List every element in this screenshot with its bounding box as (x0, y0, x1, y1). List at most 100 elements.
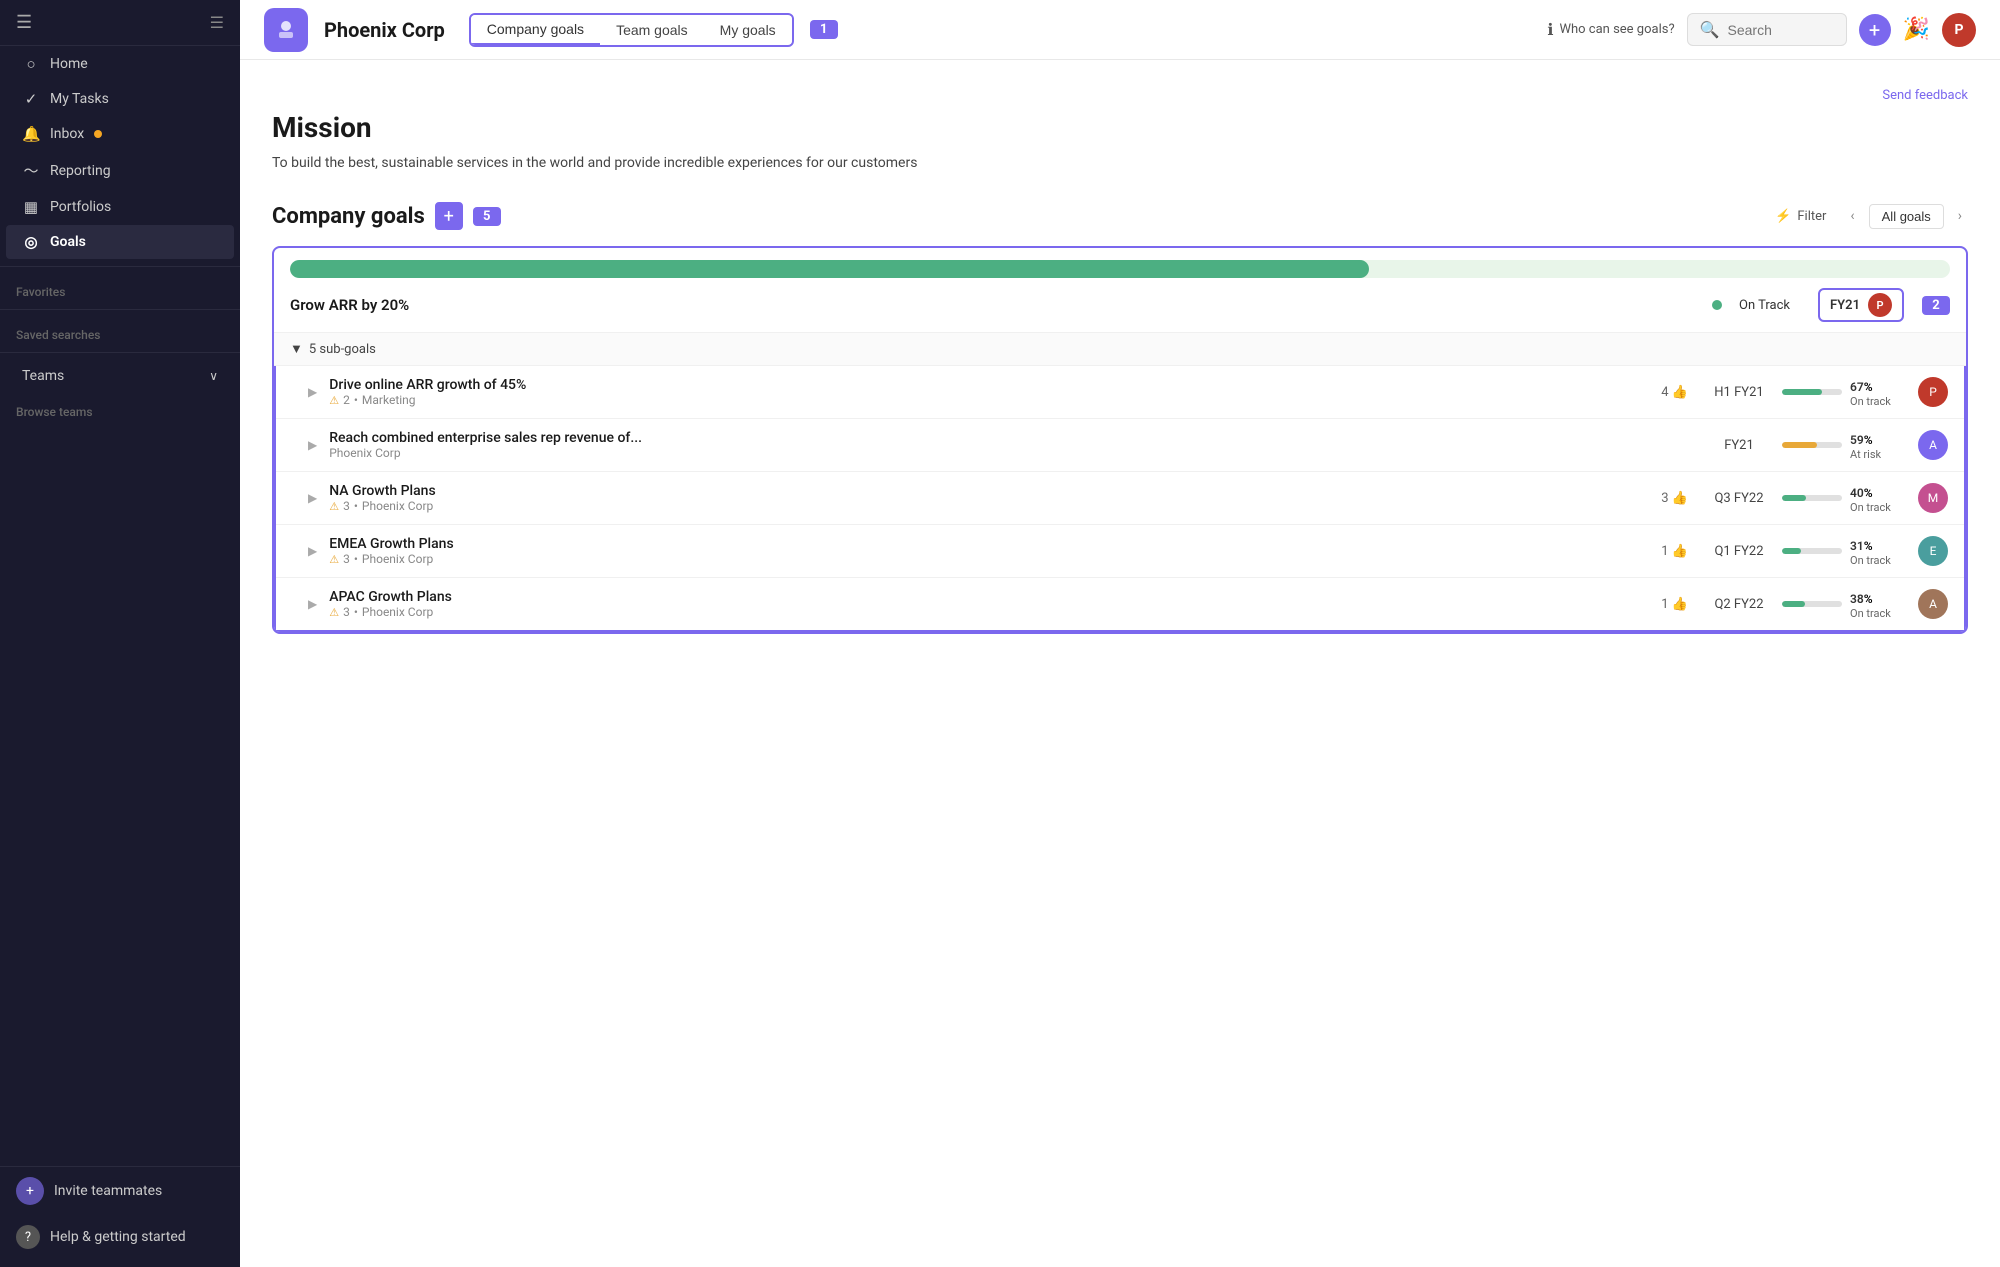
progress-pct: 40 (1850, 486, 1864, 500)
dot-sep: • (354, 605, 358, 619)
sub-goal-row: ▶ APAC Growth Plans ⚠ 3 • Phoenix Corp 1… (276, 578, 1964, 630)
progress-pct: 59 (1850, 433, 1864, 447)
sub-goals-toggle[interactable]: ▼ 5 sub-goals (274, 333, 1966, 366)
sub-goal-progress: 40% On track (1782, 482, 1902, 514)
help-button[interactable]: ? Help & getting started (0, 1215, 240, 1259)
tab-team-goals[interactable]: Team goals (600, 16, 704, 44)
sub-goal-expand-icon[interactable]: ▶ (308, 385, 317, 399)
sidebar-item-teams[interactable]: Teams ∨ (6, 360, 234, 392)
sub-goal-expand-icon[interactable]: ▶ (308, 438, 317, 452)
sidebar-header: ☰ ☰ (0, 0, 240, 46)
next-arrow-icon[interactable]: › (1952, 204, 1968, 228)
all-goals-button[interactable]: All goals (1869, 204, 1944, 229)
likes-1: 4 👍 (1661, 385, 1688, 400)
sub-goal-tag: Phoenix Corp (362, 552, 433, 566)
progress-track (1782, 601, 1842, 607)
warning-icon: ⚠ (329, 394, 339, 407)
sub-goal-tag: Phoenix Corp (362, 605, 433, 619)
main-goal-row: Grow ARR by 20% On Track FY21 P 2 (274, 278, 1966, 333)
search-input[interactable] (1728, 22, 1828, 38)
help-label: Help & getting started (50, 1229, 186, 1245)
filter-button[interactable]: ⚡ Filter (1765, 205, 1836, 228)
sidebar-item-portfolios[interactable]: ▦ Portfolios (6, 190, 234, 224)
header-right: ℹ Who can see goals? 🔍 + 🎉 P (1547, 13, 1976, 47)
mission-description: To build the best, sustainable services … (272, 152, 972, 174)
warning-icon: ⚠ (329, 553, 339, 566)
sub-goal-date: Q3 FY22 (1704, 491, 1774, 506)
sub-goal-avatar: A (1918, 430, 1948, 460)
sub-goal-name: EMEA Growth Plans (329, 536, 1653, 552)
likes-4: 1 👍 (1661, 544, 1688, 559)
user-avatar[interactable]: P (1942, 13, 1976, 47)
sub-goal-info: Reach combined enterprise sales rep reve… (329, 430, 1696, 460)
sidebar-toggle-icon[interactable]: ☰ (16, 12, 32, 33)
company-icon (264, 8, 308, 52)
sub-goal-expand-icon[interactable]: ▶ (308, 544, 317, 558)
progress-track (1782, 548, 1842, 554)
sidebar-item-reporting[interactable]: 〜 Reporting (6, 152, 234, 189)
on-track-label: On Track (1739, 298, 1790, 313)
sub-goal-avatar: A (1918, 589, 1948, 619)
search-box[interactable]: 🔍 (1687, 13, 1847, 46)
sub-goal-avatar: P (1918, 377, 1948, 407)
sub-goal-tag: Phoenix Corp (329, 446, 400, 460)
sidebar-item-inbox[interactable]: 🔔 Inbox (6, 117, 234, 151)
filter-label: Filter (1797, 209, 1826, 224)
send-feedback-area: Send feedback (272, 84, 1968, 103)
goal-progress-container (274, 248, 1966, 278)
progress-fill (1782, 389, 1822, 395)
tab-my-goals[interactable]: My goals (704, 16, 792, 44)
sub-goal-avatar: M (1918, 483, 1948, 513)
sub-goal-date: H1 FY21 (1704, 385, 1774, 400)
sub-goal-meta: ⚠ 3 • Phoenix Corp (329, 605, 1653, 619)
company-goals-header: Company goals + 5 ⚡ Filter ‹ All goals › (272, 202, 1968, 230)
on-track-dot (1712, 300, 1722, 310)
invite-teammates-button[interactable]: + Invite teammates (0, 1167, 240, 1215)
add-button[interactable]: + (1859, 14, 1891, 46)
sub-goal-expand-icon[interactable]: ▶ (308, 491, 317, 505)
progress-track (1782, 495, 1842, 501)
progress-pct: 67 (1850, 380, 1864, 394)
search-icon: 🔍 (1700, 20, 1720, 39)
tab-company-goals[interactable]: Company goals (471, 15, 600, 45)
warning-icon: ⚠ (329, 606, 339, 619)
notification-icon[interactable]: 🎉 (1903, 17, 1930, 42)
who-can-see-label: Who can see goals? (1559, 22, 1674, 37)
sub-goal-tag: Marketing (362, 393, 416, 407)
sidebar-item-home[interactable]: ○ Home (6, 47, 234, 81)
browse-teams-label[interactable]: Browse teams (0, 393, 240, 423)
filter-icon: ⚡ (1775, 209, 1791, 224)
sidebar-item-goals[interactable]: ◎ Goals (6, 225, 234, 259)
progress-pct: 31 (1850, 539, 1864, 553)
progress-fill (1782, 601, 1805, 607)
sub-goal-meta: ⚠ 3 • Phoenix Corp (329, 552, 1653, 566)
sub-status: On track (1850, 395, 1891, 408)
sidebar-item-my-tasks[interactable]: ✓ My Tasks (6, 82, 234, 116)
goal-progress-track (290, 260, 1950, 278)
prev-arrow-icon[interactable]: ‹ (1844, 204, 1860, 228)
sub-goal-tag: Phoenix Corp (362, 499, 433, 513)
sidebar-nav: ○ Home ✓ My Tasks 🔔 Inbox 〜 Reporting ▦ … (0, 46, 240, 260)
progress-track (1782, 442, 1842, 448)
goals-filter-area: ⚡ Filter ‹ All goals › (1765, 204, 1968, 229)
tab-badge-1: 1 (810, 20, 838, 39)
who-can-see-button[interactable]: ℹ Who can see goals? (1547, 20, 1674, 39)
sidebar-item-label: Home (50, 56, 88, 72)
mission-title: Mission (272, 111, 1968, 144)
sub-goal-name: APAC Growth Plans (329, 589, 1653, 605)
period-badge: FY21 P (1818, 288, 1904, 322)
sub-goal-expand-icon[interactable]: ▶ (308, 597, 317, 611)
sub-goal-date: Q2 FY22 (1704, 597, 1774, 612)
sub-status: At risk (1850, 448, 1881, 461)
sub-goal-date: Q1 FY22 (1704, 544, 1774, 559)
sidebar-item-label: Reporting (50, 163, 111, 179)
sub-goal-warnings: 3 (343, 605, 350, 619)
sub-status: On track (1850, 501, 1891, 514)
goal-owner-avatar: P (1868, 293, 1892, 317)
add-goal-button[interactable]: + (435, 202, 463, 230)
help-icon: ? (16, 1225, 40, 1249)
likes-5: 1 👍 (1661, 597, 1688, 612)
sidebar-item-label: Portfolios (50, 199, 111, 215)
send-feedback-link[interactable]: Send feedback (1882, 88, 1968, 103)
sub-goal-progress: 59% At risk (1782, 429, 1902, 461)
